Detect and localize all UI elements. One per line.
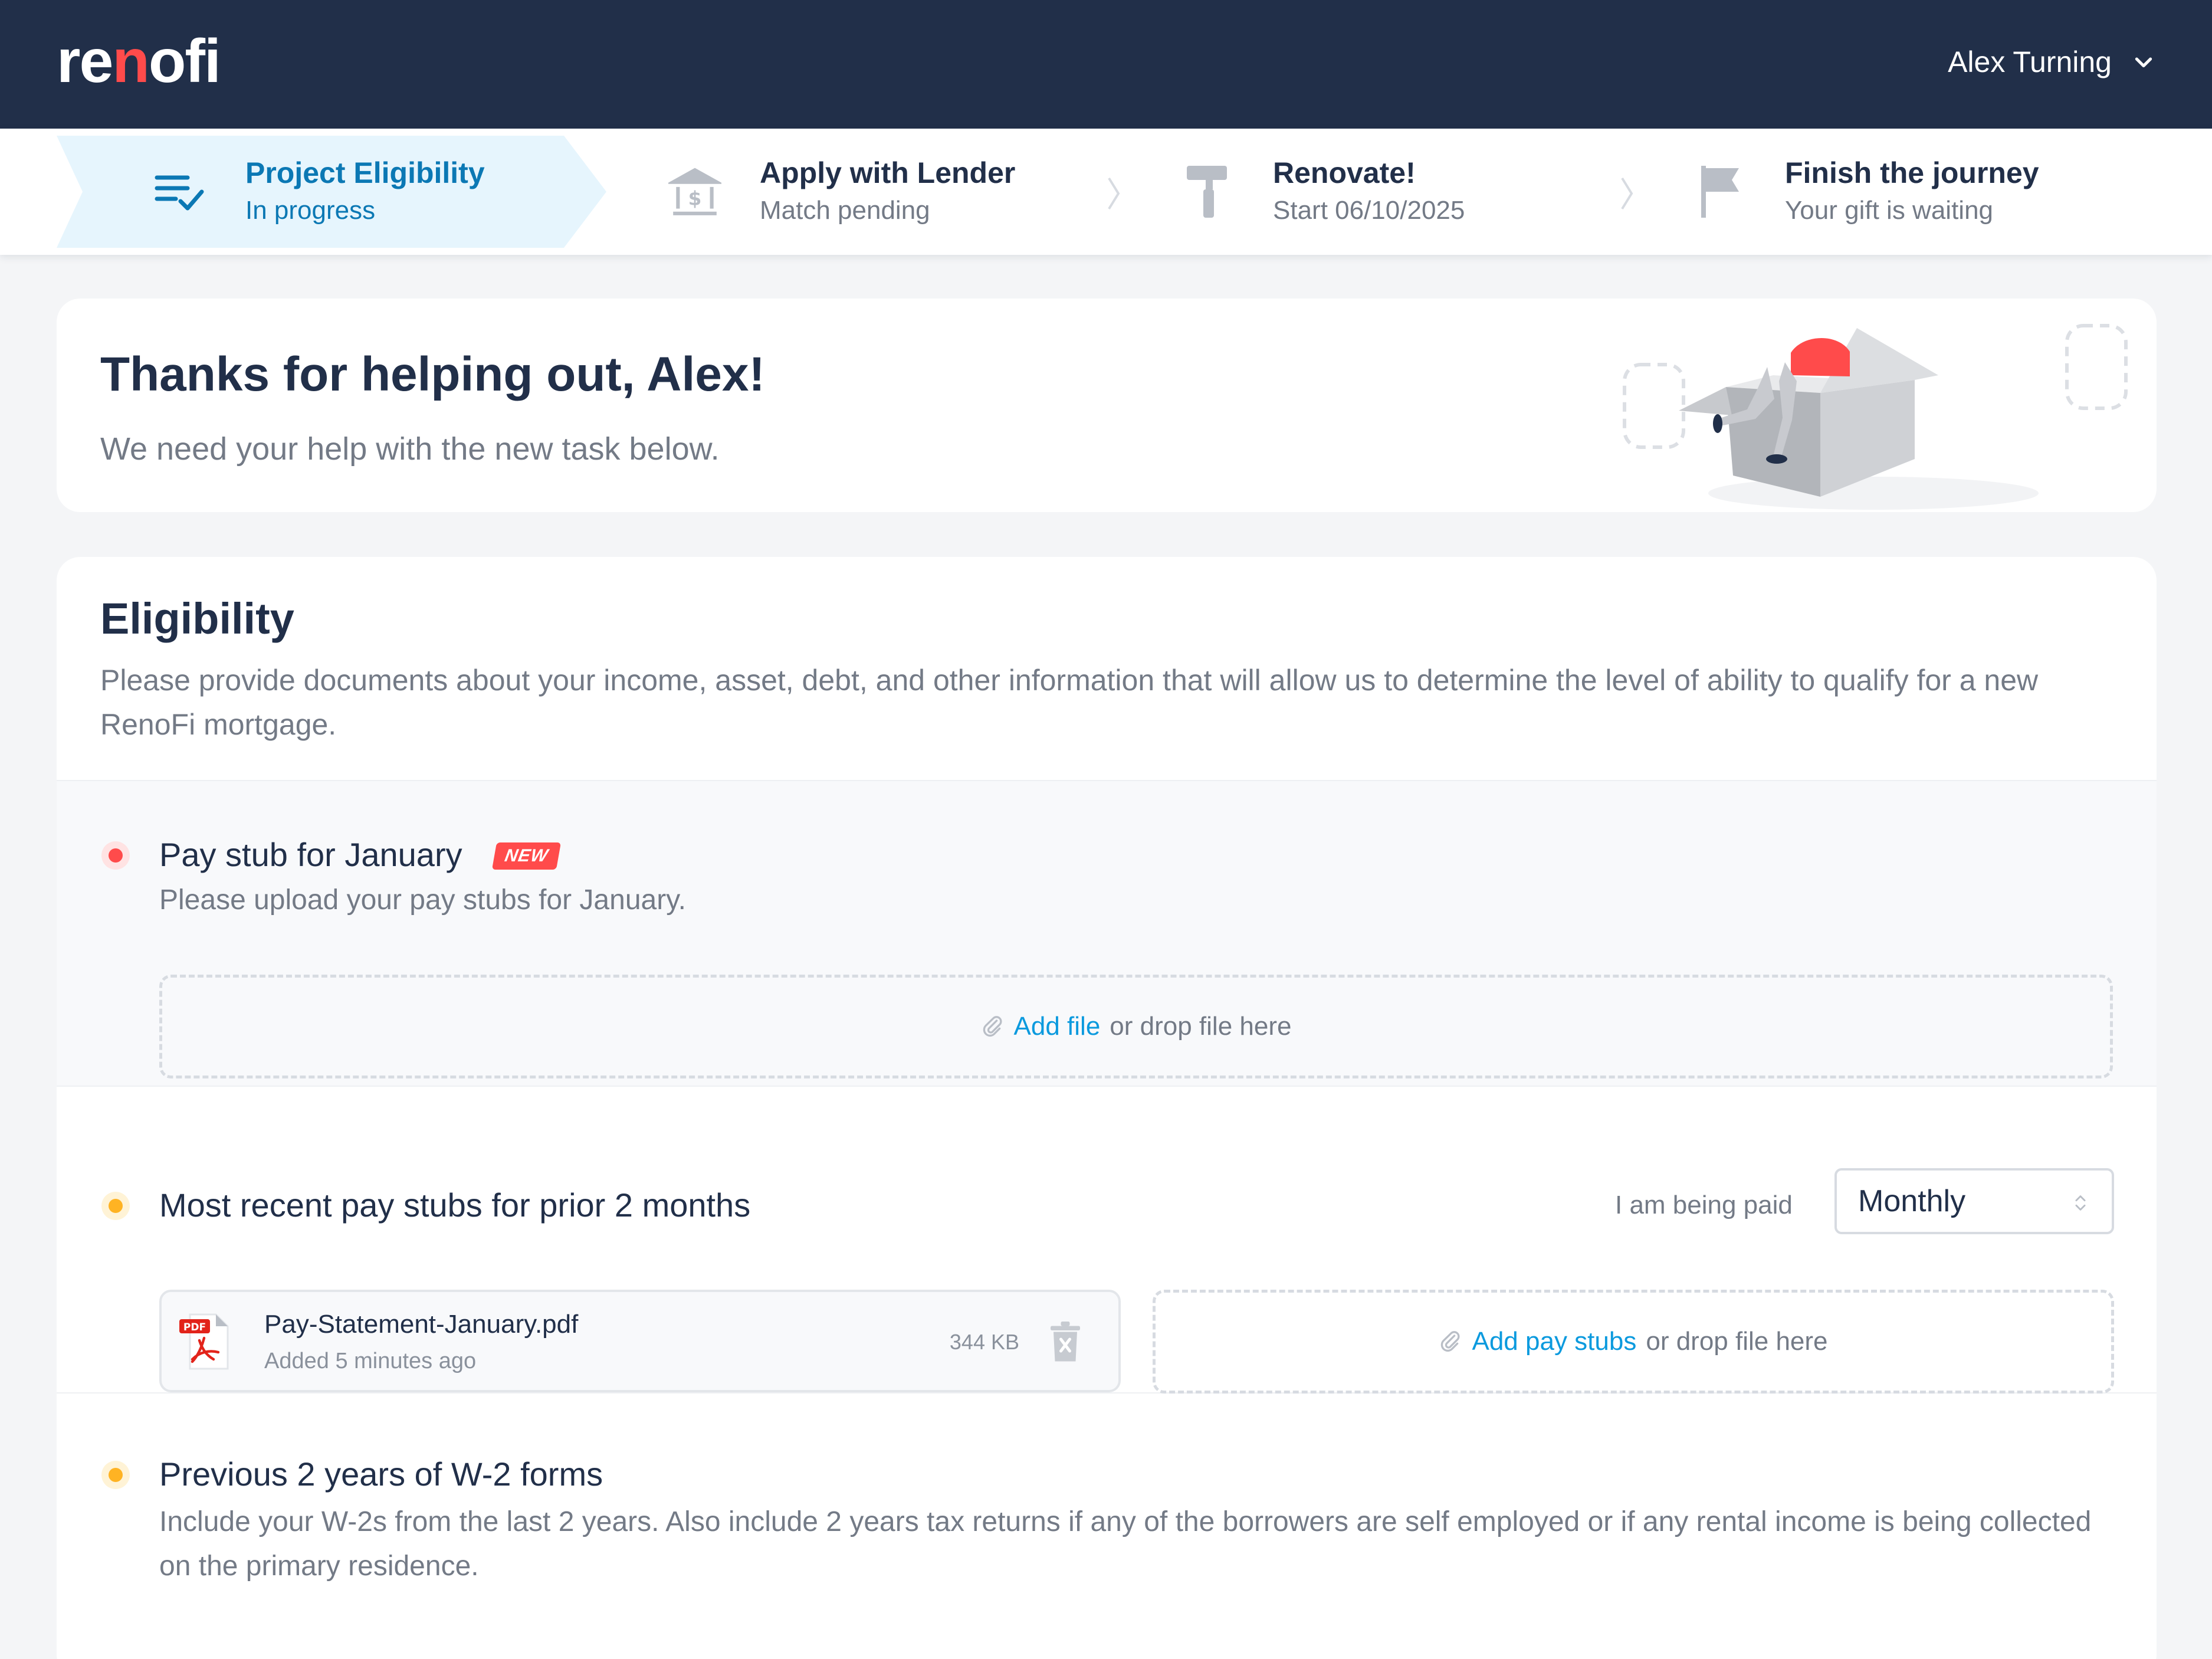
add-file-link[interactable]: Add file — [1014, 1012, 1101, 1041]
eligibility-description: Please provide documents about your inco… — [100, 664, 2039, 741]
dropzone-hint: or drop file here — [1110, 1012, 1292, 1041]
file-dropzone[interactable]: Add file or drop file here — [159, 975, 2113, 1078]
step-apply-with-lender[interactable]: $ Apply with Lender Match pending — [665, 136, 1015, 248]
file-added-time: Added 5 minutes ago — [264, 1349, 477, 1373]
logo-text-accent: n — [112, 27, 150, 96]
step-title: Apply with Lender — [760, 156, 1016, 190]
add-pay-stubs-link[interactable]: Add pay stubs — [1472, 1327, 1636, 1356]
user-menu[interactable]: Alex Turning — [1948, 45, 2155, 79]
status-dot-pending — [101, 1461, 130, 1489]
logo-text-end: ofi — [148, 27, 221, 96]
updown-chevron-icon — [2075, 1195, 2086, 1211]
chevron-down-icon — [2135, 57, 2152, 68]
file-size: 344 KB — [949, 1330, 1019, 1354]
eligibility-card: Eligibility Please provide documents abo… — [57, 557, 2157, 1659]
step-renovate[interactable]: Renovate! Start 06/10/2025 — [1179, 136, 1465, 248]
renofi-logo[interactable]: renofi — [57, 31, 221, 92]
step-status: Your gift is waiting — [1785, 196, 1994, 225]
top-navbar: renofi Alex Turning — [0, 0, 2212, 129]
logo-text-start: re — [57, 27, 113, 96]
paperclip-icon — [983, 1016, 1002, 1037]
progress-stepper: Project Eligibility In progress $ Apply … — [0, 129, 2212, 255]
paint-roller-icon — [1179, 162, 1238, 221]
task-title: Pay stub for January — [159, 836, 462, 873]
step-separator-icon — [1621, 177, 1633, 210]
paperclip-icon — [1441, 1331, 1461, 1352]
flag-icon — [1691, 162, 1750, 221]
step-project-eligibility[interactable]: Project Eligibility In progress — [151, 136, 485, 248]
step-title: Finish the journey — [1785, 156, 2039, 190]
task-description: Please upload your pay stubs for January… — [159, 884, 686, 916]
checklist-icon — [151, 162, 210, 221]
welcome-subtitle: We need your help with the new task belo… — [100, 431, 720, 467]
welcome-card: Thanks for helping out, Alex! We need yo… — [57, 299, 2157, 512]
step-separator-icon — [1108, 177, 1120, 210]
task-w2-forms: Previous 2 years of W-2 forms Include yo… — [57, 1394, 2157, 1659]
step-finish-journey[interactable]: Finish the journey Your gift is waiting — [1691, 136, 2039, 248]
pay-frequency-value: Monthly — [1858, 1184, 1966, 1218]
dropzone-hint: or drop file here — [1646, 1327, 1828, 1356]
bank-icon: $ — [665, 162, 724, 221]
pay-frequency-select[interactable]: Monthly — [1834, 1168, 2114, 1234]
step-title: Renovate! — [1273, 156, 1416, 190]
pay-frequency-label: I am being paid — [1615, 1191, 1793, 1219]
status-dot-new — [101, 841, 130, 870]
task-description: Include your W-2s from the last 2 years.… — [159, 1506, 2092, 1582]
box-illustration — [1623, 324, 2128, 510]
new-badge: NEW — [491, 842, 562, 870]
pdf-file-icon: PDF — [179, 1313, 229, 1370]
svg-text:$: $ — [688, 188, 702, 210]
task-title: Most recent pay stubs for prior 2 months — [159, 1186, 751, 1224]
trash-icon[interactable] — [1048, 1322, 1083, 1363]
status-dot-pending — [101, 1192, 130, 1220]
eligibility-title: Eligibility — [100, 594, 294, 643]
uploaded-file-card: PDF Pay-Statement-January.pdf Added 5 mi… — [159, 1290, 1121, 1392]
task-title: Previous 2 years of W-2 forms — [159, 1455, 603, 1493]
step-status: Match pending — [760, 196, 930, 225]
svg-text:PDF: PDF — [183, 1322, 206, 1333]
welcome-title: Thanks for helping out, Alex! — [100, 347, 765, 401]
step-title: Project Eligibility — [245, 156, 485, 190]
file-name: Pay-Statement-January.pdf — [264, 1310, 579, 1339]
task-pay-stub-january: Pay stub for January NEW Please upload y… — [57, 780, 2157, 1087]
task-recent-pay-stubs: Most recent pay stubs for prior 2 months… — [57, 1087, 2157, 1394]
pay-stubs-dropzone[interactable]: Add pay stubs or drop file here — [1153, 1290, 2114, 1394]
step-status: Start 06/10/2025 — [1273, 196, 1465, 225]
user-name: Alex Turning — [1948, 45, 2112, 78]
step-status: In progress — [245, 196, 376, 225]
